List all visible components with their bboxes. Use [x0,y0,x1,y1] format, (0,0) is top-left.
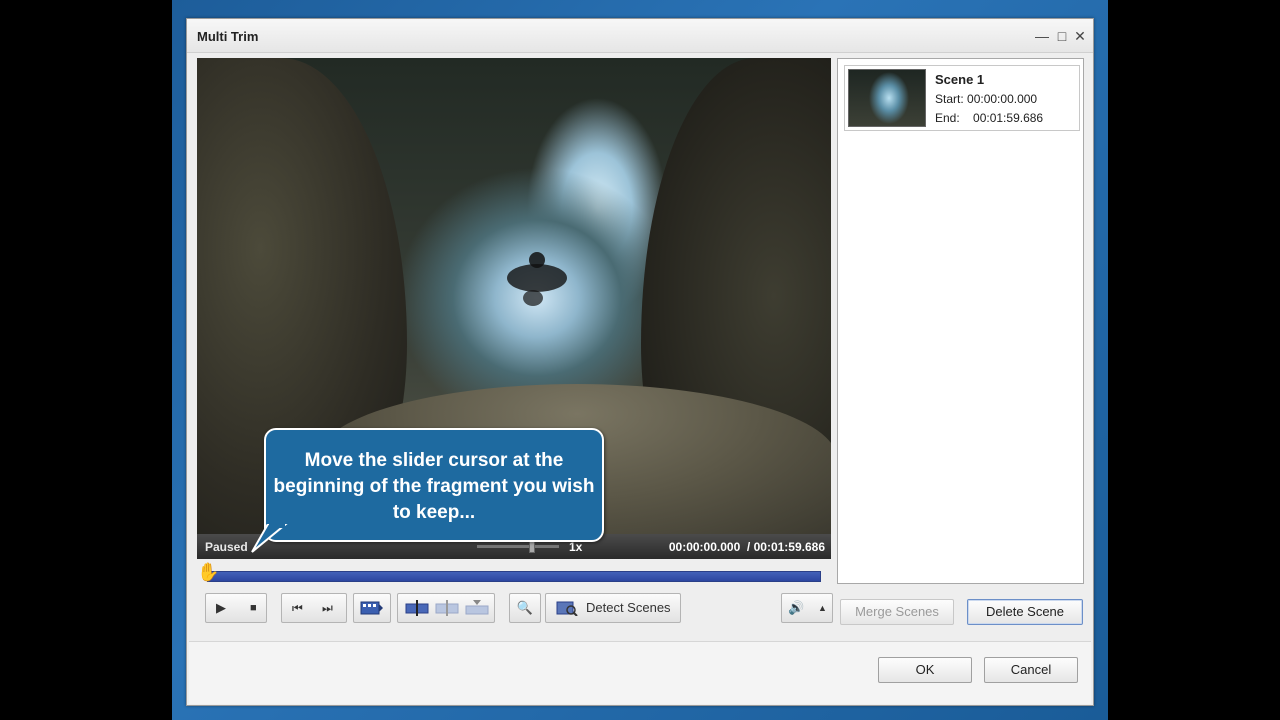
mark-scene-button[interactable] [353,593,391,623]
scene-start-label: Start: [935,92,964,106]
detect-scenes-icon [556,601,578,616]
trim-scene-icon[interactable] [434,600,460,616]
zoom-button[interactable]: 🔍 [509,593,541,623]
speed-label: 1x [569,540,583,554]
minimize-button[interactable]: — [1033,27,1051,45]
stop-icon[interactable]: ■ [250,594,257,622]
time-separator: / [746,540,751,554]
time-total: 00:01:59.686 [753,540,825,554]
scene-name: Scene 1 [935,72,985,87]
timeline-slider[interactable] [207,571,821,582]
next-frame-icon[interactable]: ⏭ [322,594,333,622]
scene-item[interactable]: Scene 1 Start: 00:00:00.000 End: 00:01:5… [844,65,1080,131]
scene-start-time: 00:00:00.000 [967,92,1038,106]
window-title: Multi Trim [197,29,259,44]
scene-end-time: 00:01:59.686 [973,111,1044,125]
previous-frame-icon[interactable]: ⏮ [292,594,303,622]
speed-slider-track[interactable] [477,545,559,548]
volume-control[interactable]: 🔊 ▲ [781,593,833,623]
close-button[interactable]: ✕ [1071,27,1089,45]
ok-button[interactable]: OK [878,657,972,683]
playback-status: Paused [205,540,248,554]
speaker-icon: 🔊 [788,600,805,615]
title-bar[interactable]: Multi Trim — □ ✕ [187,19,1093,53]
split-scene-icon[interactable] [404,600,430,616]
video-diver-silhouette [507,252,567,306]
detect-scenes-button[interactable]: Detect Scenes [545,593,681,623]
hand-cursor-icon: ✋ [197,562,220,582]
play-stop-group: ▶ ■ [205,593,267,623]
scene-thumbnail [848,69,926,127]
time-readout: 00:00:00.000 / 00:01:59.686 [669,540,825,554]
callout-tail [251,524,288,553]
scene-end-label: End: [935,111,960,125]
scenes-list[interactable]: Scene 1 Start: 00:00:00.000 End: 00:01:5… [837,58,1084,584]
zoom-icon: 🔍 [516,600,534,615]
split-cut-group [397,593,495,623]
tutorial-callout: Move the slider cursor at the beginning … [264,428,604,542]
detect-scenes-label: Detect Scenes [586,600,671,615]
prev-next-group: ⏮ ⏭ [281,593,347,623]
multi-trim-dialog: Multi Trim — □ ✕ Paused 1x 00:00:00.000 … [186,18,1094,706]
play-icon[interactable]: ▶ [216,594,226,622]
film-marker-icon [360,601,383,615]
delete-scene-button[interactable]: Delete Scene [967,599,1083,625]
time-current: 00:00:00.000 [668,540,741,554]
cancel-button[interactable]: Cancel [984,657,1078,683]
remove-segment-icon[interactable] [464,600,490,616]
volume-arrow-icon[interactable]: ▲ [818,594,827,622]
scene-start: Start: 00:00:00.000 [935,92,1037,106]
scene-end: End: 00:01:59.686 [935,111,1043,125]
maximize-button[interactable]: □ [1053,27,1071,45]
merge-scenes-button[interactable]: Merge Scenes [840,599,954,625]
